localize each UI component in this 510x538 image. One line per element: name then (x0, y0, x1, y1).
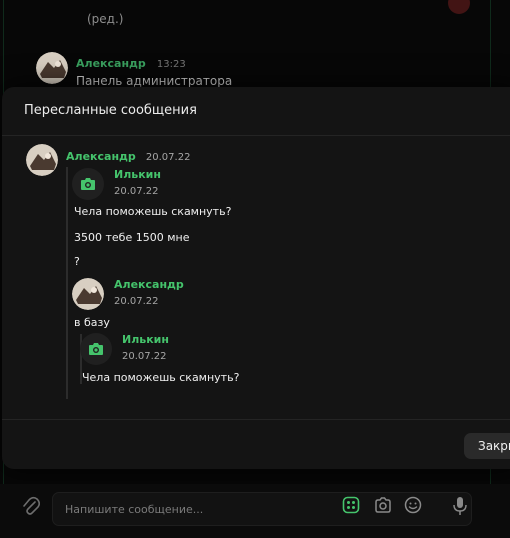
paperclip-icon[interactable] (22, 496, 41, 520)
message-text: Панель администратора (76, 74, 233, 88)
background-message: Александр 13:23 Панель администратора (36, 52, 232, 88)
modal-divider-top (2, 135, 510, 136)
quote-bar (66, 167, 68, 399)
inner-author[interactable]: Илькин (122, 333, 169, 346)
message-input-bar (0, 484, 510, 538)
camera-icon (89, 343, 103, 355)
inner-date: 20.07.22 (122, 351, 167, 362)
modal-divider-bottom (2, 419, 510, 420)
forward-author[interactable]: Александр (66, 150, 136, 163)
emoji-icon[interactable] (404, 496, 422, 518)
app-window: (ред.) Александр 13:23 Панель администра… (0, 0, 510, 538)
modal-title: Пересланные сообщения (24, 103, 197, 118)
inner-forward-header: Илькин 20.07.22 (80, 333, 169, 365)
forwarded-messages-modal: Пересланные сообщения Александр 20.07.22 (2, 87, 510, 469)
photo-icon[interactable] (374, 496, 392, 518)
message-line: Чела поможешь скамнуть? (82, 371, 240, 384)
nested-date: 20.07.22 (114, 186, 159, 197)
nested-author[interactable]: Александр (114, 278, 184, 291)
microphone-icon[interactable] (452, 496, 468, 520)
background-avatar-partial (448, 0, 470, 14)
forward-date: 20.07.22 (145, 152, 191, 163)
avatar[interactable] (72, 278, 104, 310)
close-button[interactable]: Закрыть (464, 433, 510, 459)
message-line: Чела поможешь скамнуть? (74, 205, 232, 218)
nested-forward-header: Илькин 20.07.22 (72, 168, 161, 200)
message-line: 3500 тебе 1500 мне (74, 231, 190, 244)
message-time: 13:23 (156, 59, 186, 70)
sticker-icon[interactable] (342, 496, 360, 518)
message-line: ? (74, 255, 80, 268)
avatar[interactable] (80, 333, 112, 365)
avatar[interactable] (26, 144, 58, 176)
message-line: в базу (74, 316, 110, 329)
nested-date: 20.07.22 (114, 296, 159, 307)
message-author[interactable]: Александр (76, 57, 146, 70)
nested-author[interactable]: Илькин (114, 168, 161, 181)
camera-icon (81, 178, 95, 190)
edited-label: (ред.) (87, 12, 124, 26)
nested-forward-header: Александр 20.07.22 (72, 278, 184, 310)
avatar[interactable] (36, 52, 68, 84)
avatar[interactable] (72, 168, 104, 200)
